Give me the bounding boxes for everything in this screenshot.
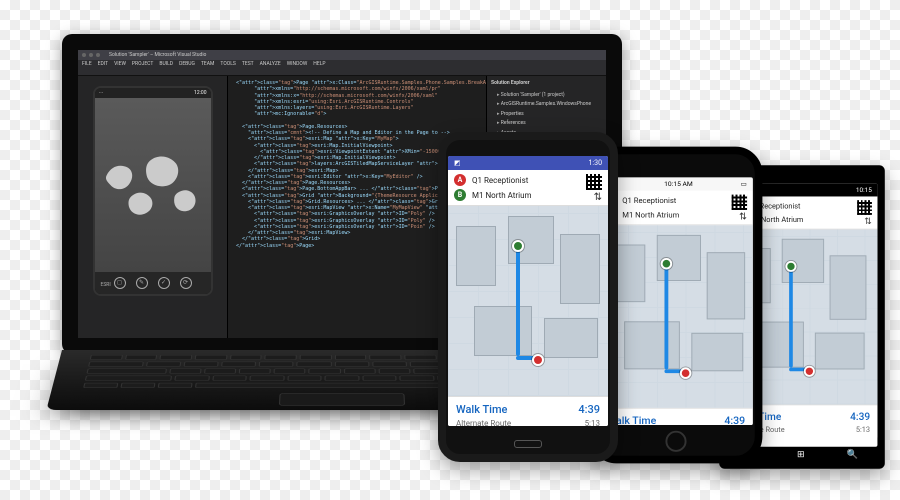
route-map[interactable]	[448, 206, 608, 396]
ide-designer-panel: ⋯ 12:00 ESRI ◻ ✎ ✓	[78, 76, 228, 338]
route-polyline	[664, 264, 668, 370]
android-phone-device: ◩ 1:30 A Q1 Receptionist B M1 North Atri…	[438, 132, 618, 462]
world-map-icon	[95, 98, 211, 272]
emulator-brand-label: ESRI	[101, 282, 111, 288]
statusbar-app-icon: ◩	[454, 159, 461, 167]
map-building	[691, 333, 743, 371]
solution-item[interactable]: Properties	[491, 110, 602, 120]
route-summary: Walk Time 4:39 Alternate Route 5:13	[448, 396, 608, 426]
menu-debug[interactable]: DEBUG	[179, 61, 195, 67]
dest-label[interactable]: M1 North Atrium	[472, 191, 532, 200]
window-control-icon[interactable]	[96, 53, 100, 57]
appbar-button-icon[interactable]: ✓	[158, 277, 170, 289]
route-summary: Walk Time 4:39 Alternate Route 5:13	[599, 408, 753, 425]
emulator-statusbar: ⋯ 12:00	[95, 88, 211, 98]
menu-edit[interactable]: EDIT	[98, 61, 108, 67]
menu-project[interactable]: PROJECT	[132, 61, 153, 67]
menu-file[interactable]: FILE	[82, 61, 92, 67]
ios-home-button[interactable]	[665, 431, 686, 452]
map-building	[624, 321, 680, 369]
route-map[interactable]	[599, 225, 753, 407]
emulator-status-time: 12:00	[194, 90, 206, 96]
emulator-appbar: ESRI ◻ ✎ ✓ ⟳	[95, 272, 211, 294]
appbar-button-icon[interactable]: ✎	[136, 277, 148, 289]
emulator-status-left: ⋯	[99, 90, 104, 96]
ios-statusbar: ••••• 10:15 AM ▭	[599, 177, 753, 190]
route-end-marker-icon[interactable]	[680, 367, 692, 379]
menu-build[interactable]: BUILD	[159, 61, 173, 67]
solution-item[interactable]: ArcGISRuntime.Samples.WindowsPhone	[491, 100, 602, 110]
appbar-button-icon[interactable]: ◻	[114, 277, 126, 289]
map-building	[707, 252, 745, 319]
alt-route-value: 5:13	[856, 426, 870, 434]
route-end-marker-icon[interactable]	[804, 366, 815, 377]
ide-titlebar: Solution 'Sampler' – Microsoft Visual St…	[78, 50, 606, 60]
route-start-marker-icon[interactable]	[512, 240, 524, 252]
menu-team[interactable]: TEAM	[201, 61, 214, 67]
walk-time-value: 4:39	[850, 411, 870, 423]
statusbar-time: 1:30	[589, 159, 603, 167]
window-control-icon[interactable]	[82, 53, 86, 57]
dest-badge: B	[454, 189, 466, 201]
appbar-button-icon[interactable]: ⟳	[180, 277, 192, 289]
ide-toolbar[interactable]	[78, 68, 606, 76]
route-start-marker-icon[interactable]	[785, 261, 796, 272]
qr-scan-icon[interactable]	[732, 195, 747, 210]
swap-route-icon[interactable]: ⇅	[739, 212, 747, 223]
swap-route-icon[interactable]: ⇅	[864, 217, 872, 227]
ios-app-screen: ••••• 10:15 AM ▭ A Q1 Receptionist B M1 …	[599, 177, 753, 425]
origin-badge: A	[454, 174, 466, 186]
map-building	[544, 318, 598, 358]
menu-help[interactable]: HELP	[313, 61, 325, 67]
map-building	[560, 234, 600, 304]
win-home-button[interactable]: ⊞	[797, 449, 805, 459]
route-polyline	[516, 246, 520, 356]
map-building	[456, 226, 496, 286]
qr-scan-icon[interactable]	[586, 174, 602, 190]
route-polyline	[789, 266, 793, 367]
statusbar-battery-icon: ▭	[741, 180, 747, 188]
solution-item[interactable]: References	[491, 119, 602, 129]
laptop-trackpad[interactable]	[279, 393, 405, 406]
statusbar-time: 10:15 AM	[664, 180, 693, 188]
swap-route-icon[interactable]: ⇅	[594, 192, 602, 203]
route-end-marker-icon[interactable]	[532, 354, 544, 366]
emulator-world-map[interactable]	[95, 98, 211, 272]
menu-window[interactable]: WINDOW	[287, 61, 308, 67]
ide-phone-emulator[interactable]: ⋯ 12:00 ESRI ◻ ✎ ✓	[93, 86, 213, 296]
window-control-icon[interactable]	[89, 53, 93, 57]
map-building	[815, 333, 865, 370]
menu-analyze[interactable]: ANALYZE	[260, 61, 281, 67]
walk-time-value: 4:39	[724, 414, 745, 425]
map-building	[830, 255, 867, 319]
android-app-screen: ◩ 1:30 A Q1 Receptionist B M1 North Atri…	[448, 156, 608, 426]
ide-title: Solution 'Sampler' – Microsoft Visual St…	[109, 52, 206, 58]
route-start-marker-icon[interactable]	[661, 258, 673, 270]
menu-view[interactable]: VIEW	[114, 61, 126, 67]
dest-label[interactable]: M1 North Atrium	[622, 210, 679, 219]
route-header: A Q1 Receptionist B M1 North Atrium ⇅	[599, 191, 753, 226]
origin-label[interactable]: Q1 Receptionist	[622, 196, 676, 205]
alt-route-label[interactable]: Alternate Route	[456, 419, 511, 426]
walk-time-value: 4:39	[578, 403, 600, 416]
menu-tools[interactable]: TOOLS	[220, 61, 235, 67]
statusbar-time: 10:15	[856, 186, 872, 193]
map-building	[474, 306, 532, 356]
win-search-button[interactable]: 🔍	[847, 449, 858, 459]
alt-route-value: 5:13	[585, 419, 600, 426]
android-statusbar: ◩ 1:30	[448, 156, 608, 170]
solution-item[interactable]: Solution 'Sampler' (1 project)	[491, 91, 602, 101]
solution-explorer-header: Solution Explorer	[491, 80, 602, 88]
qr-scan-icon[interactable]	[857, 200, 872, 215]
walk-time-label: Walk Time	[456, 403, 507, 416]
menu-test[interactable]: TEST	[242, 61, 254, 67]
origin-label[interactable]: Q1 Receptionist	[472, 176, 528, 185]
route-header: A Q1 Receptionist B M1 North Atrium ⇅	[448, 170, 608, 206]
ide-menubar: FILE EDIT VIEW PROJECT BUILD DEBUG TEAM …	[78, 60, 606, 68]
